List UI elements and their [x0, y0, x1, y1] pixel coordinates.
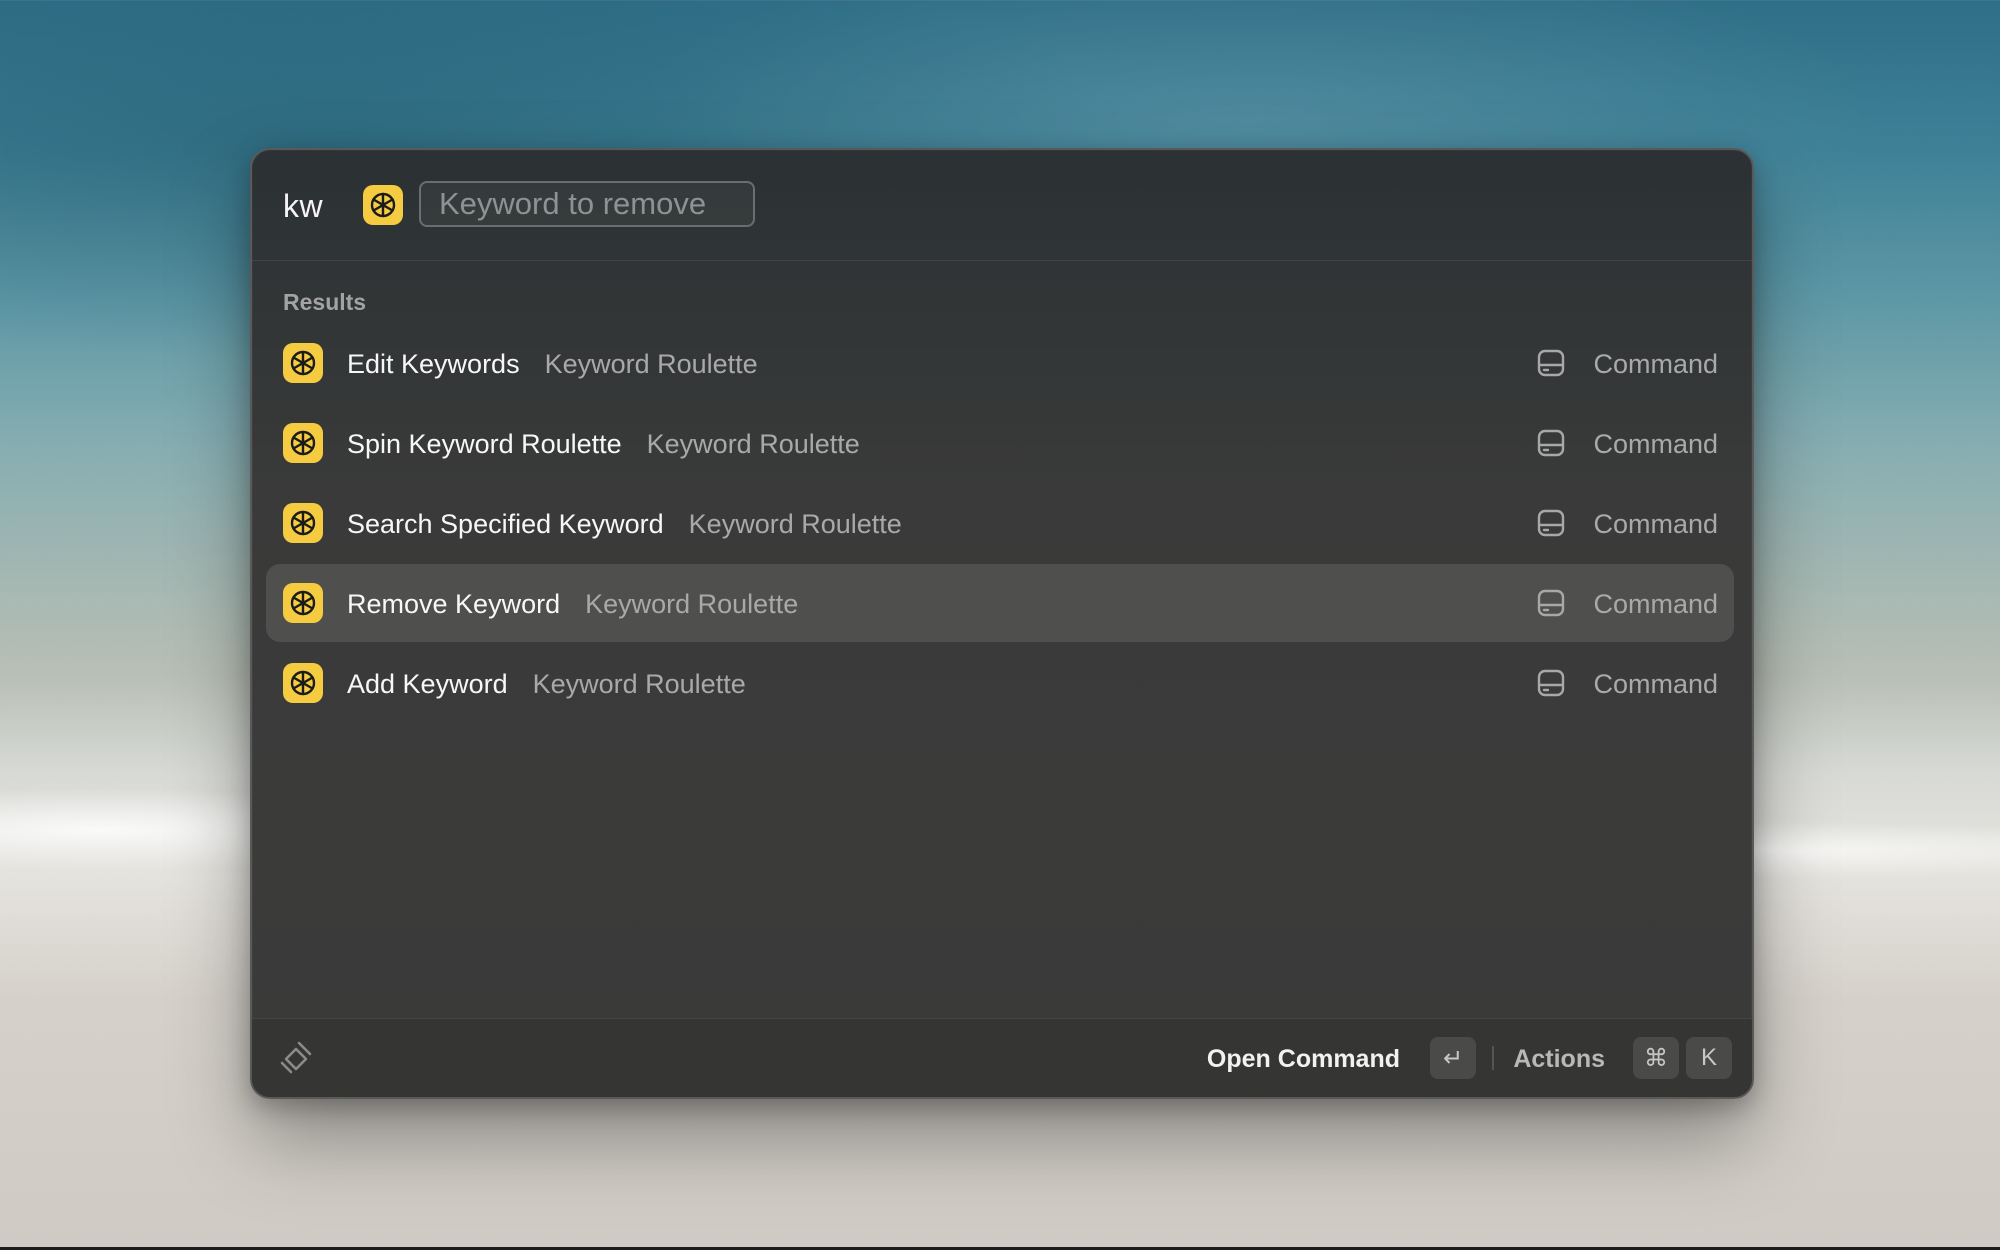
results-list: Edit Keywords Keyword Roulette Command Sp… [266, 324, 1734, 724]
result-row-add-keyword[interactable]: Add Keyword Keyword Roulette Command [266, 644, 1734, 722]
search-query[interactable]: kw [283, 188, 323, 225]
result-row-search-specified-keyword[interactable]: Search Specified Keyword Keyword Roulette… [266, 484, 1734, 562]
result-type: Command [1593, 589, 1718, 619]
footer-divider [1492, 1046, 1494, 1070]
result-row-edit-keywords[interactable]: Edit Keywords Keyword Roulette Command [266, 324, 1734, 402]
result-title: Spin Keyword Roulette [347, 429, 622, 459]
keyword-roulette-icon [283, 343, 323, 383]
results-section-title: Results [283, 289, 367, 315]
result-title: Add Keyword [347, 669, 508, 699]
result-row-remove-keyword[interactable]: Remove Keyword Keyword Roulette Command [266, 564, 1734, 642]
result-title: Search Specified Keyword [347, 509, 664, 539]
raycast-logo-icon[interactable] [277, 1039, 315, 1077]
result-row-spin-keyword-roulette[interactable]: Spin Keyword Roulette Keyword Roulette Co… [266, 404, 1734, 482]
result-subtitle: Keyword Roulette [646, 429, 860, 459]
result-title-wrap: Remove Keyword Keyword Roulette [347, 589, 798, 620]
keyword-argument-input[interactable] [421, 183, 753, 225]
hard-drive-icon [1537, 509, 1565, 537]
enter-key-hint: ↵ [1430, 1037, 1476, 1079]
hard-drive-icon [1537, 429, 1565, 457]
keyword-roulette-icon [283, 503, 323, 543]
command-key-hint: ⌘ [1633, 1037, 1679, 1079]
open-command-button[interactable]: Open Command [1207, 1045, 1400, 1074]
keyword-roulette-icon [283, 423, 323, 463]
keyword-roulette-icon [283, 583, 323, 623]
result-title: Remove Keyword [347, 589, 561, 619]
result-subtitle: Keyword Roulette [532, 669, 746, 699]
result-type: Command [1593, 429, 1718, 459]
result-type: Command [1593, 669, 1718, 699]
hard-drive-icon [1537, 589, 1565, 617]
result-type: Command [1593, 349, 1718, 379]
keyword-argument-field[interactable] [419, 181, 755, 227]
keyword-roulette-icon [283, 663, 323, 703]
result-title-wrap: Spin Keyword Roulette Keyword Roulette [347, 429, 860, 460]
result-title-wrap: Search Specified Keyword Keyword Roulette [347, 509, 902, 540]
actions-button[interactable]: Actions [1513, 1045, 1605, 1074]
result-type: Command [1593, 509, 1718, 539]
k-key-hint: K [1686, 1037, 1732, 1079]
hard-drive-icon [1537, 669, 1565, 697]
action-bar: Open Command ↵ Actions ⌘ K [252, 1018, 1752, 1097]
result-subtitle: Keyword Roulette [585, 589, 799, 619]
search-bar: kw [252, 150, 1752, 261]
result-title-wrap: Add Keyword Keyword Roulette [347, 669, 746, 700]
result-title-wrap: Edit Keywords Keyword Roulette [347, 349, 758, 380]
result-subtitle: Keyword Roulette [688, 509, 902, 539]
keyword-roulette-icon [363, 185, 403, 225]
result-title: Edit Keywords [347, 349, 520, 379]
launcher-window: kw Results Edit Keywords Keyword Roulette [250, 148, 1754, 1099]
result-subtitle: Keyword Roulette [544, 349, 758, 379]
hard-drive-icon [1537, 349, 1565, 377]
